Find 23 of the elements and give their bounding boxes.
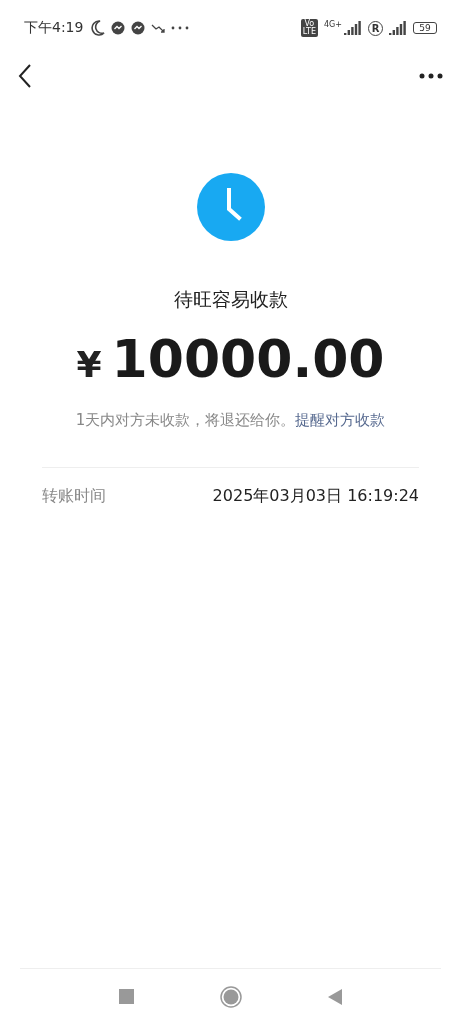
row-label: 转账时间 — [42, 486, 106, 507]
moon-icon — [91, 20, 106, 36]
volte-badge: Vo LTE — [300, 19, 318, 37]
remind-link[interactable]: 提醒对方收款 — [295, 411, 386, 429]
trend-down-icon — [151, 23, 166, 33]
clock-icon — [196, 173, 265, 241]
back-icon[interactable] — [18, 64, 32, 88]
row-value: 2025年03月03日 16:19:24 — [212, 486, 419, 507]
status-title: 待旺容易收款 — [173, 287, 288, 312]
signal-icon — [344, 21, 362, 35]
chat-bubble-icon — [131, 21, 146, 35]
signal-icon — [389, 21, 407, 35]
currency-symbol: ¥ — [76, 344, 102, 385]
home-icon[interactable] — [220, 985, 242, 1008]
chat-bubble-icon — [111, 21, 126, 35]
more-icon[interactable] — [419, 73, 443, 79]
amount: 10000.00 — [111, 329, 385, 389]
refund-note: 1天内对方未收款，将退还给你。 — [75, 411, 296, 429]
battery-level: 59 — [413, 22, 437, 34]
status-time: 下午4:19 — [24, 19, 84, 37]
more-dots-icon — [171, 26, 190, 30]
back-nav-icon[interactable] — [328, 988, 342, 1005]
network-type: 4G+ — [324, 21, 342, 29]
